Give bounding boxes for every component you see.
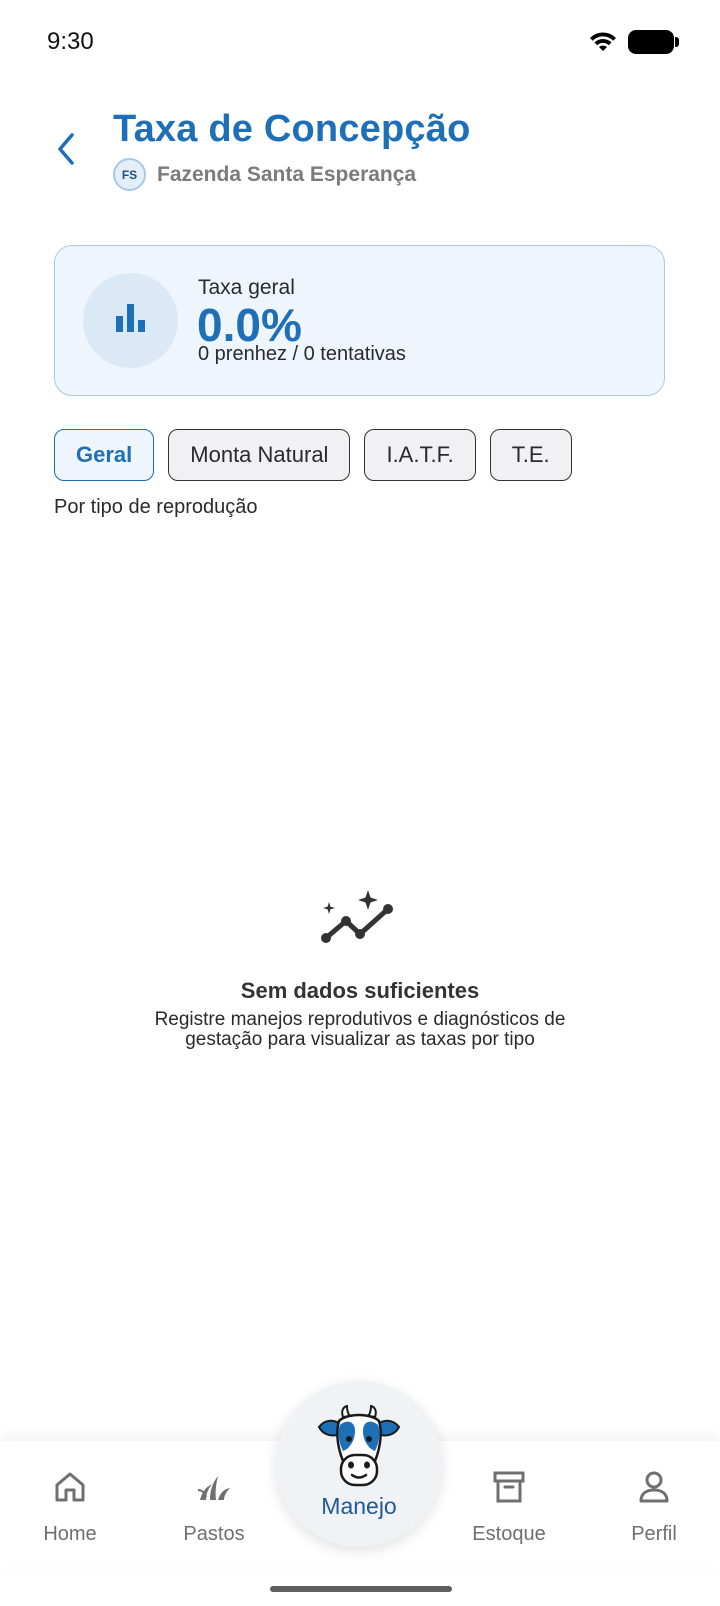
user-icon [599,1467,709,1507]
nav-label-perfil: Perfil [631,1523,677,1545]
nav-item-perfil[interactable]: Perfil [599,1467,709,1546]
empty-state-description: Registre manejos reprodutivos e diagnóst… [154,1009,566,1050]
home-icon [15,1467,125,1507]
reproduction-type-filters: Geral Monta Natural I.A.T.F. T.E. [54,429,572,481]
page-title: Taxa de Concepção [113,108,471,150]
nav-label-manejo: Manejo [321,1493,397,1519]
summary-detail: 0 prenhez / 0 tentativas [198,343,406,365]
farm-selector[interactable]: FS Fazenda Santa Esperança [113,158,416,191]
cow-icon [317,1404,401,1498]
nav-label-estoque: Estoque [472,1523,546,1545]
empty-state-title: Sem dados suficientes [240,978,480,1003]
nav-label-home: Home [43,1523,97,1545]
status-time: 9:30 [47,28,94,55]
filter-chip-monta-natural[interactable]: Monta Natural [168,429,351,481]
status-icons [588,30,679,54]
nav-item-home[interactable]: Home [15,1467,125,1546]
section-label: Por tipo de reprodução [54,496,258,518]
back-button[interactable] [44,126,88,176]
grass-icon [159,1467,269,1507]
chevron-left-icon [55,132,77,171]
conception-rate-screen: 9:30 Taxa de Concepção FS Fazenda Santa … [0,0,720,1606]
archive-box-icon [454,1467,564,1507]
summary-card: Taxa geral 0.0% 0 prenhez / 0 tentativas [54,245,665,396]
home-indicator [270,1586,452,1592]
nav-item-pastos[interactable]: Pastos [159,1467,269,1546]
nav-item-estoque[interactable]: Estoque [454,1467,564,1546]
bar-chart-icon [114,302,148,339]
battery-icon [628,30,679,54]
farm-name: Fazenda Santa Esperança [157,162,417,186]
empty-state: Sem dados suficientes Registre manejos r… [0,890,720,1050]
filter-chip-geral[interactable]: Geral [54,429,155,481]
nav-item-manejo[interactable]: Manejo [276,1381,442,1547]
summary-icon-circle [83,273,178,368]
status-bar: 9:30 [0,0,720,86]
sparkle-trend-icon [320,890,400,956]
filter-chip-te[interactable]: T.E. [489,429,572,481]
nav-label-pastos: Pastos [183,1523,245,1545]
filter-chip-iatf[interactable]: I.A.T.F. [364,429,476,481]
wifi-icon [588,31,618,53]
farm-avatar: FS [113,158,146,191]
summary-label: Taxa geral [198,276,295,299]
